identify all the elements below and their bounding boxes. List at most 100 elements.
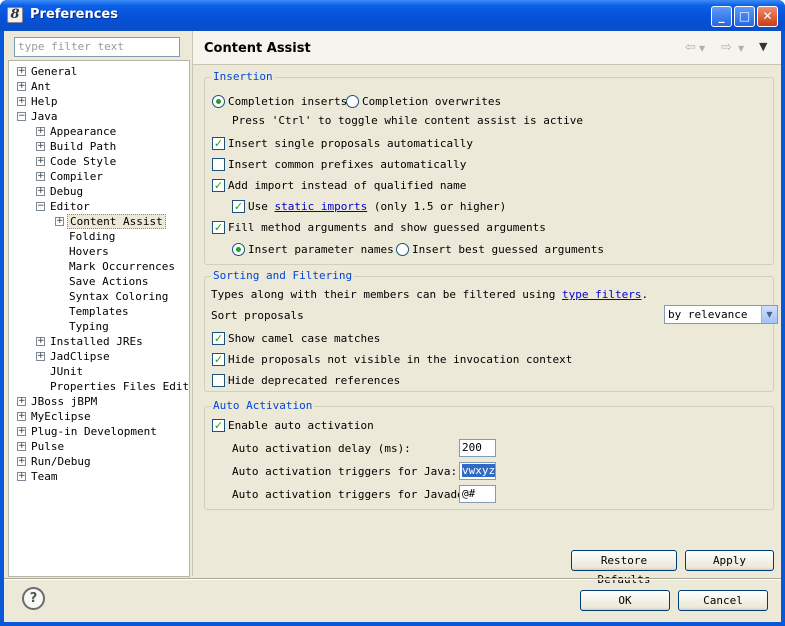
completion-overwrites-label[interactable]: Completion overwrites	[362, 94, 501, 109]
forward-arrow-icon[interactable]: ⇨	[721, 40, 732, 55]
activation-delay-input[interactable]: 200	[459, 439, 496, 457]
tree-item-label[interactable]: Java	[29, 109, 60, 124]
expand-icon[interactable]: +	[17, 82, 26, 91]
expand-icon[interactable]: +	[17, 442, 26, 451]
back-dropdown-icon[interactable]: ▼	[699, 44, 705, 53]
tree-item[interactable]: + Appearance	[9, 124, 189, 139]
camel-case-label[interactable]: Show camel case matches	[228, 331, 380, 346]
sort-proposals-select[interactable]: by relevance ▼	[664, 305, 778, 324]
tree-item[interactable]: Folding	[9, 229, 189, 244]
expand-icon[interactable]: +	[36, 337, 45, 346]
tree-item[interactable]: + Code Style	[9, 154, 189, 169]
tree-item-label[interactable]: JadClipse	[48, 349, 112, 364]
tree-item-label[interactable]: Pulse	[29, 439, 66, 454]
tree-item[interactable]: + MyEclipse	[9, 409, 189, 424]
pane-divider[interactable]	[192, 31, 193, 576]
back-arrow-icon[interactable]: ⇦	[685, 40, 696, 55]
tree-item[interactable]: JUnit	[9, 364, 189, 379]
javadoc-triggers-input[interactable]: @#	[459, 485, 496, 503]
expand-icon[interactable]: +	[17, 97, 26, 106]
tree-item-label[interactable]: Compiler	[48, 169, 105, 184]
maximize-button[interactable]: □	[734, 6, 755, 27]
insert-prefixes-label[interactable]: Insert common prefixes automatically	[228, 157, 466, 172]
use-static-imports-checkbox[interactable]: ✓	[232, 200, 245, 213]
tree-item[interactable]: − Editor	[9, 199, 189, 214]
tree-item-label[interactable]: Content Assist	[67, 214, 166, 229]
java-triggers-input[interactable]: vwxyz	[459, 462, 496, 480]
tree-item-label[interactable]: Debug	[48, 184, 85, 199]
tree-item[interactable]: + Plug-in Development	[9, 424, 189, 439]
insert-best-guessed-label[interactable]: Insert best guessed arguments	[412, 242, 604, 257]
expand-icon[interactable]: +	[36, 187, 45, 196]
tree-item-label[interactable]: Run/Debug	[29, 454, 93, 469]
expand-icon[interactable]: +	[17, 427, 26, 436]
tree-item-label[interactable]: Syntax Coloring	[67, 289, 170, 304]
tree-item[interactable]: Save Actions	[9, 274, 189, 289]
tree-item-label[interactable]: Templates	[67, 304, 131, 319]
insert-parameter-names-radio[interactable]	[232, 243, 245, 256]
enable-auto-activation-checkbox[interactable]: ✓	[212, 419, 225, 432]
tree-item[interactable]: Templates	[9, 304, 189, 319]
hide-not-visible-checkbox[interactable]: ✓	[212, 353, 225, 366]
tree-item[interactable]: + JBoss jBPM	[9, 394, 189, 409]
tree-item-label[interactable]: Editor	[48, 199, 92, 214]
tree-item[interactable]: + Installed JREs	[9, 334, 189, 349]
tree-item[interactable]: + Ant	[9, 79, 189, 94]
tree-item-label[interactable]: MyEclipse	[29, 409, 93, 424]
tree-item[interactable]: + Build Path	[9, 139, 189, 154]
title-bar[interactable]: 8 Preferences _ □ ✕	[0, 0, 785, 31]
expand-icon[interactable]: +	[17, 412, 26, 421]
hide-deprecated-checkbox[interactable]	[212, 374, 225, 387]
tree-item-label[interactable]: Help	[29, 94, 60, 109]
tree-item[interactable]: − Java	[9, 109, 189, 124]
add-import-label[interactable]: Add import instead of qualified name	[228, 178, 466, 193]
expand-icon[interactable]: +	[17, 67, 26, 76]
minimize-button[interactable]: _	[711, 6, 732, 27]
insert-single-label[interactable]: Insert single proposals automatically	[228, 136, 473, 151]
expand-icon[interactable]: +	[17, 472, 26, 481]
expand-icon[interactable]: +	[36, 142, 45, 151]
completion-overwrites-radio[interactable]	[346, 95, 359, 108]
tree-item-label[interactable]: Properties Files Edit	[48, 379, 189, 394]
insert-prefixes-checkbox[interactable]	[212, 158, 225, 171]
tree-item-label[interactable]: Code Style	[48, 154, 118, 169]
fill-arguments-checkbox[interactable]: ✓	[212, 221, 225, 234]
expand-icon[interactable]: +	[55, 217, 64, 226]
expand-icon[interactable]: +	[17, 397, 26, 406]
tree-item-label[interactable]: Ant	[29, 79, 53, 94]
expand-icon[interactable]: +	[17, 457, 26, 466]
tree-item[interactable]: + Run/Debug	[9, 454, 189, 469]
apply-button[interactable]: Apply	[685, 550, 774, 571]
tree-item[interactable]: + Help	[9, 94, 189, 109]
tree-item-label[interactable]: Plug-in Development	[29, 424, 159, 439]
expand-icon[interactable]: +	[36, 172, 45, 181]
add-import-checkbox[interactable]: ✓	[212, 179, 225, 192]
tree-item[interactable]: + Team	[9, 469, 189, 484]
use-label[interactable]: Use	[248, 200, 268, 213]
insert-parameter-names-label[interactable]: Insert parameter names	[248, 242, 394, 257]
filter-input[interactable]: type filter text	[14, 37, 180, 57]
tree-item[interactable]: + Debug	[9, 184, 189, 199]
expand-icon[interactable]: +	[36, 157, 45, 166]
collapse-icon[interactable]: −	[17, 112, 26, 121]
insert-best-guessed-radio[interactable]	[396, 243, 409, 256]
completion-inserts-label[interactable]: Completion inserts	[228, 94, 347, 109]
tree-item-label[interactable]: JUnit	[48, 364, 85, 379]
completion-inserts-radio[interactable]	[212, 95, 225, 108]
tree-item[interactable]: Typing	[9, 319, 189, 334]
tree-item[interactable]: Hovers	[9, 244, 189, 259]
tree-item-label[interactable]: JBoss jBPM	[29, 394, 99, 409]
help-icon[interactable]: ?	[22, 587, 45, 610]
tree-item[interactable]: + JadClipse	[9, 349, 189, 364]
ok-button[interactable]: OK	[580, 590, 670, 611]
chevron-down-icon[interactable]: ▼	[761, 306, 777, 323]
tree-item[interactable]: Mark Occurrences	[9, 259, 189, 274]
hide-deprecated-label[interactable]: Hide deprecated references	[228, 373, 400, 388]
tree-item-label[interactable]: Build Path	[48, 139, 118, 154]
close-button[interactable]: ✕	[757, 6, 778, 27]
tree-item[interactable]: + Content Assist	[9, 214, 189, 229]
tree-item-label[interactable]: Team	[29, 469, 60, 484]
restore-defaults-button[interactable]: Restore Defaults	[571, 550, 677, 586]
tree-item-label[interactable]: Folding	[67, 229, 117, 244]
tree-item-label[interactable]: Installed JREs	[48, 334, 145, 349]
